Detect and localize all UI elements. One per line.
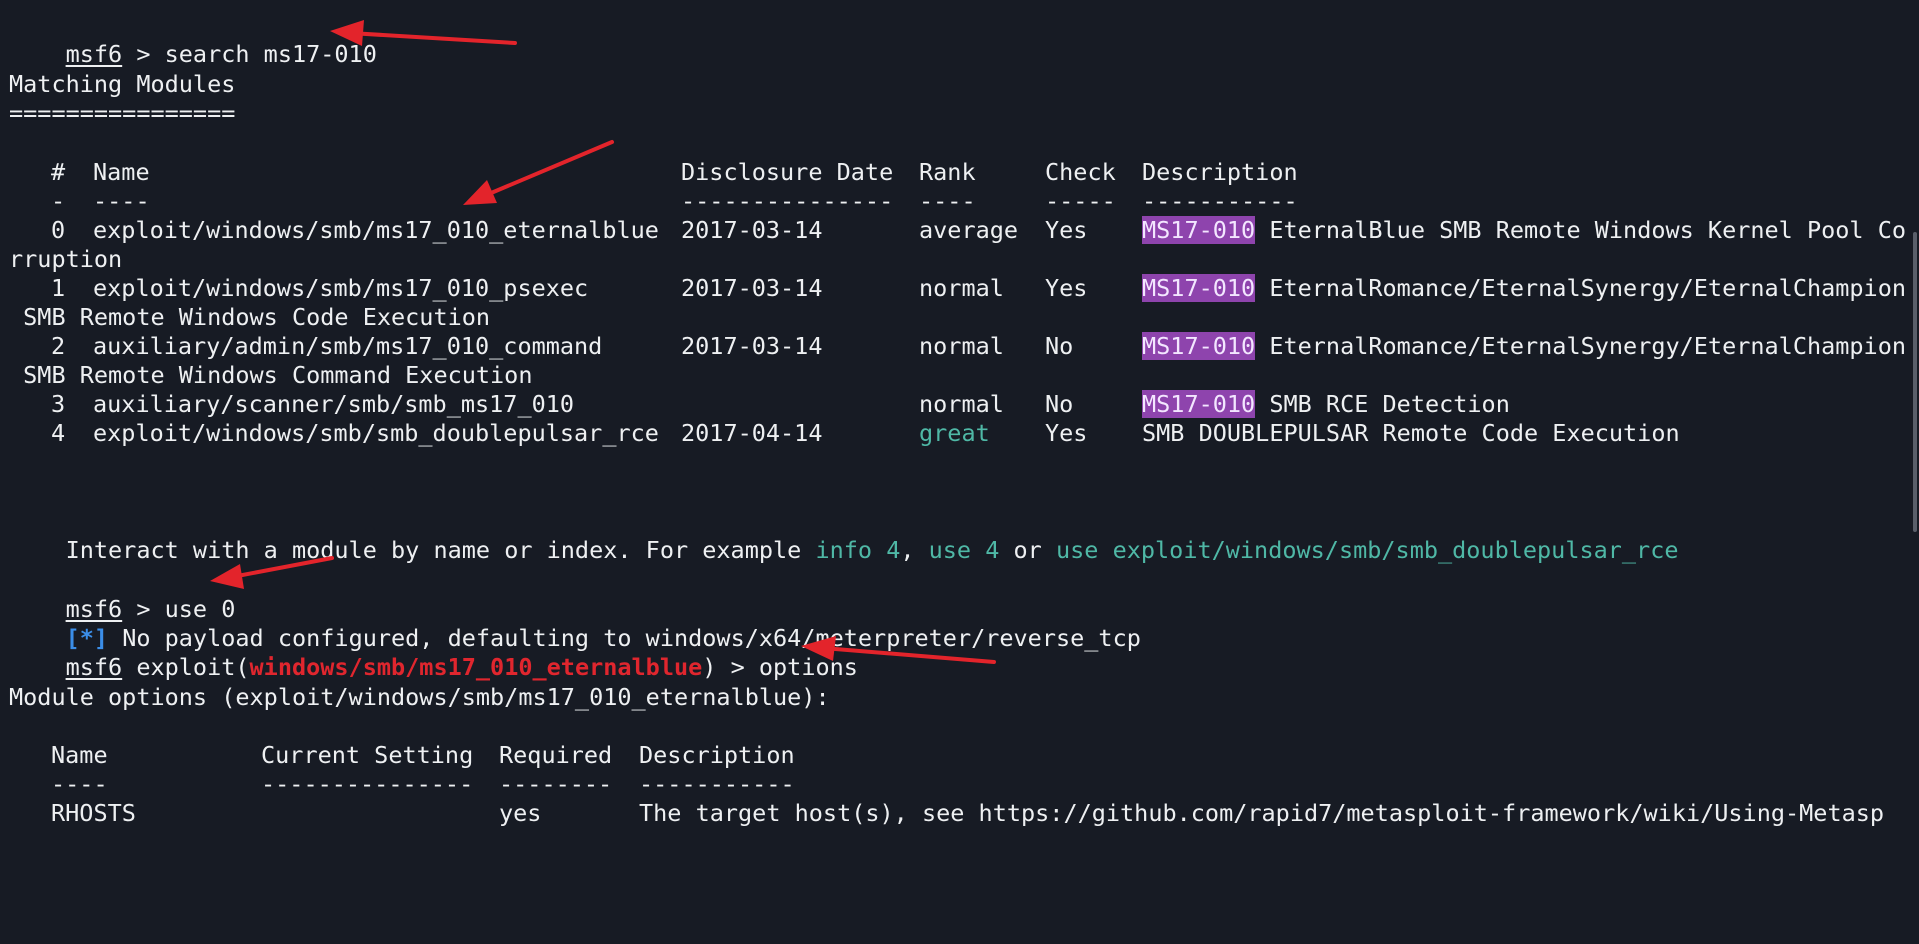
exploit-module: windows/smb/ms17_010_eternalblue: [249, 653, 703, 681]
row-date: 2017-03-14: [681, 332, 823, 360]
opt-required-rule: --------: [499, 770, 613, 798]
row-description: MS17-010 EternalRomance/EternalSynergy/E…: [1142, 332, 1906, 361]
col-num-header: #: [51, 158, 66, 186]
cve-highlight: MS17-010: [1142, 390, 1256, 418]
hint-info-link[interactable]: info 4: [815, 536, 900, 564]
command-text: ) > options: [702, 653, 858, 681]
row-num: 1: [51, 274, 66, 302]
opt-required-header: Required: [499, 741, 613, 769]
table-row: 1 exploit/windows/smb/ms17_010_psexec 20…: [9, 274, 1909, 303]
opt-name-header: Name: [51, 741, 108, 769]
col-name-rule: ----: [93, 187, 150, 215]
hint-use-link[interactable]: use 4: [929, 536, 1000, 564]
opt-desc-header: Description: [639, 741, 795, 769]
row-check: Yes: [1045, 419, 1088, 447]
col-desc-rule: -----------: [1142, 187, 1298, 215]
matching-modules-underline: ================: [9, 99, 236, 127]
module-options-title: Module options (exploit/windows/smb/ms17…: [9, 683, 830, 711]
opt-desc-rule: -----------: [639, 770, 795, 798]
hint-sep: ,: [900, 536, 929, 564]
row-desc-text: EternalRomance/EternalSynergy/EternalCha…: [1255, 332, 1907, 360]
col-date-header: Disclosure Date: [681, 158, 894, 186]
row-description: SMB DOUBLEPULSAR Remote Code Execution: [1142, 419, 1680, 447]
row-name: auxiliary/scanner/smb/smb_ms17_010: [93, 390, 575, 418]
opt-name: RHOSTS: [51, 799, 136, 827]
col-date-rule: ---------------: [681, 187, 894, 215]
hint-text: Interact with a module by name or index.…: [65, 536, 816, 564]
cve-highlight: MS17-010: [1142, 332, 1256, 360]
row-date: 2017-03-14: [681, 216, 823, 244]
table-row: 2 auxiliary/admin/smb/ms17_010_command 2…: [9, 332, 1909, 361]
row-num: 4: [51, 419, 66, 447]
row-name: auxiliary/admin/smb/ms17_010_command: [93, 332, 603, 360]
prompt: msf6: [65, 40, 123, 68]
options-table-rule: ---- --------------- -------- ----------…: [9, 770, 1909, 799]
options-row-rhosts: RHOSTS yes The target host(s), see https…: [9, 799, 1909, 828]
prompt: msf6: [65, 653, 123, 681]
col-check-rule: -----: [1045, 187, 1116, 215]
table-row: 4 exploit/windows/smb/smb_doublepulsar_r…: [9, 419, 1909, 448]
use-command-line: msf6 > use 0: [9, 566, 236, 623]
row-rank: average: [919, 216, 1019, 244]
terminal-window[interactable]: msf6 > search ms17-010 Matching Modules …: [0, 0, 1919, 837]
info-line: [*] No payload configured, defaulting to…: [9, 595, 1141, 652]
options-table-header: Name Current Setting Required Descriptio…: [9, 741, 1909, 770]
opt-setting-rule: ---------------: [261, 770, 474, 798]
row-wrap: SMB Remote Windows Code Execution: [9, 303, 491, 331]
col-check-header: Check: [1045, 158, 1116, 186]
row-wrap: SMB Remote Windows Command Execution: [9, 361, 533, 389]
opt-name-rule: ----: [51, 770, 108, 798]
hint-sep: or: [999, 536, 1056, 564]
col-desc-header: Description: [1142, 158, 1298, 186]
row-num: 3: [51, 390, 66, 418]
row-description: MS17-010 SMB RCE Detection: [1142, 390, 1510, 419]
col-num-rule: -: [51, 187, 66, 215]
search-command-line: msf6 > search ms17-010: [9, 11, 377, 68]
modules-table-header: # Name Disclosure Date Rank Check Descri…: [9, 158, 1909, 187]
exploit-prefix: exploit(: [122, 653, 250, 681]
row-rank: normal: [919, 274, 1004, 302]
cve-highlight: MS17-010: [1142, 274, 1256, 302]
row-description: MS17-010 EternalRomance/EternalSynergy/E…: [1142, 274, 1906, 303]
hint-use-module-link[interactable]: use exploit/windows/smb/smb_doublepulsar…: [1056, 536, 1679, 564]
row-name: exploit/windows/smb/smb_doublepulsar_rce: [93, 419, 659, 447]
scrollbar[interactable]: [1913, 232, 1917, 532]
row-check: No: [1045, 390, 1074, 418]
row-desc-text: SMB RCE Detection: [1255, 390, 1510, 418]
row-description: MS17-010 EternalBlue SMB Remote Windows …: [1142, 216, 1906, 245]
row-name: exploit/windows/smb/ms17_010_psexec: [93, 274, 589, 302]
col-name-header: Name: [93, 158, 150, 186]
row-date: 2017-03-14: [681, 274, 823, 302]
row-desc-text: EternalRomance/EternalSynergy/EternalCha…: [1255, 274, 1907, 302]
col-rank-rule: ----: [919, 187, 976, 215]
col-rank-header: Rank: [919, 158, 976, 186]
row-desc-text: EternalBlue SMB Remote Windows Kernel Po…: [1255, 216, 1907, 244]
row-rank: great: [919, 419, 990, 447]
opt-setting-header: Current Setting: [261, 741, 474, 769]
row-check: No: [1045, 332, 1074, 360]
opt-description: The target host(s), see https://github.c…: [639, 799, 1885, 827]
row-rank: normal: [919, 332, 1004, 360]
modules-table-rule: - ---- --------------- ---- ----- ------…: [9, 187, 1909, 216]
row-check: Yes: [1045, 274, 1088, 302]
row-check: Yes: [1045, 216, 1088, 244]
opt-required: yes: [499, 799, 542, 827]
row-num: 0: [51, 216, 66, 244]
row-num: 2: [51, 332, 66, 360]
command-text: > search ms17-010: [122, 40, 377, 68]
cve-highlight: MS17-010: [1142, 216, 1256, 244]
table-row: 3 auxiliary/scanner/smb/smb_ms17_010 nor…: [9, 390, 1909, 419]
options-command-line: msf6 exploit(windows/smb/ms17_010_eterna…: [9, 624, 858, 681]
row-name: exploit/windows/smb/ms17_010_eternalblue: [93, 216, 659, 244]
matching-modules-title: Matching Modules: [9, 70, 236, 98]
row-wrap: rruption: [9, 245, 123, 273]
row-date: 2017-04-14: [681, 419, 823, 447]
row-rank: normal: [919, 390, 1004, 418]
interact-hint: Interact with a module by name or index.…: [9, 507, 1679, 564]
table-row: 0 exploit/windows/smb/ms17_010_eternalbl…: [9, 216, 1909, 245]
